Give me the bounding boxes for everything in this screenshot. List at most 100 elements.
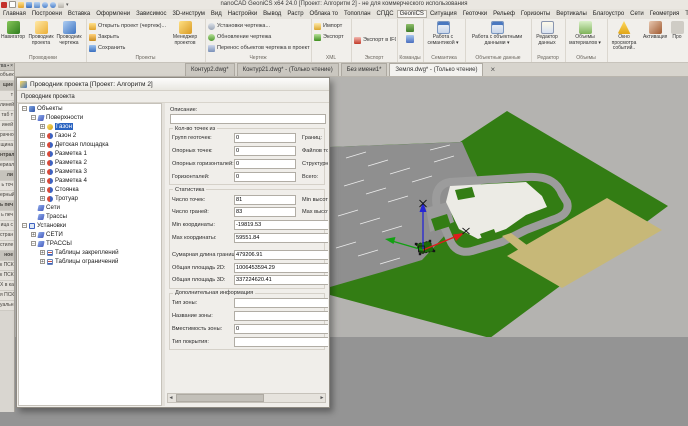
drawing-tab[interactable]: Контур2.dwg* [185,63,235,76]
drawing-tab[interactable]: Земля.dwg* - (Только чтение) [389,63,483,76]
property-row[interactable]: щина [0,141,14,151]
ribbon-bigbutton[interactable]: Работа с объектными данными ▾ [465,20,529,54]
property-row[interactable]: таб т [0,111,14,121]
scroll-right-arrow[interactable]: ► [319,394,325,402]
description-input[interactable] [170,114,326,124]
scrollbar-thumb[interactable] [176,394,264,402]
field-input[interactable] [234,172,296,182]
menu-item[interactable]: Геоточки [460,10,490,18]
tree-item[interactable]: +Разметка 4 [19,176,161,185]
property-row[interactable]: ь точ [0,181,14,191]
tree-item[interactable]: −ТРАССЫ [19,239,161,248]
ribbon-item[interactable]: Обновление чертежа [208,32,310,42]
ribbon-bigbutton[interactable]: Редактор данных [531,20,563,54]
field-input[interactable] [234,275,328,285]
tree-item[interactable]: Трассы [19,212,161,221]
menu-item[interactable]: Ситуация [427,10,460,18]
tree-expander[interactable]: + [40,124,45,129]
field-input[interactable] [234,311,328,321]
tree-item[interactable]: +Таблицы ограничений [19,257,161,266]
drawing-tab[interactable]: Без имени1* [341,63,388,76]
tree-expander[interactable]: + [40,169,45,174]
property-row[interactable]: объекты [0,71,14,81]
menu-item[interactable]: Рельеф [490,10,518,18]
property-row[interactable]: к ПСК [0,271,14,281]
field-input[interactable] [234,220,328,230]
property-row[interactable]: ли [0,171,14,181]
menu-item[interactable]: Оформлени [93,10,133,18]
property-row[interactable]: стран [0,231,14,241]
menu-item[interactable]: Вставка [65,10,93,18]
property-row[interactable]: к ПСК [0,261,14,271]
tree-item[interactable]: Сети [19,203,161,212]
tree-expander[interactable]: + [40,259,45,264]
property-row[interactable]: уальн [0,301,14,311]
menu-item[interactable]: Главная [0,10,29,18]
menu-item[interactable]: Вывод [260,10,284,18]
ribbon-item[interactable]: Экспорт [314,32,350,42]
tree-item[interactable]: +Разметка 2 [19,158,161,167]
tree-expander[interactable]: + [40,250,45,255]
property-row[interactable]: ь печ [0,211,14,221]
field-input[interactable] [234,263,328,273]
ribbon-bigbutton[interactable]: Объемы материалов ▾ [565,20,605,54]
properties-palette-header[interactable]: йства ▪× [0,62,14,71]
tree-item[interactable]: −Объекты [19,104,161,113]
property-row[interactable]: т [0,91,14,101]
tree-expander[interactable]: + [31,232,36,237]
menu-item[interactable]: GeoniCS [397,10,427,18]
menu-item[interactable]: Облака то [307,10,341,18]
tree-expander[interactable]: − [31,241,36,246]
tab-close-button[interactable]: × [490,64,495,76]
menu-item[interactable]: Вертикалы [553,10,590,18]
drawing-tab[interactable]: Контур21.dwg* - (Только чтение) [237,63,339,76]
field-input[interactable] [234,146,296,156]
field-input[interactable] [234,159,296,169]
menu-item[interactable]: Трассы [682,10,688,18]
property-row[interactable]: щие [0,81,14,91]
tree-expander[interactable]: − [22,223,27,228]
ribbon-bigbutton[interactable]: Окно просмотра событий.. [607,20,641,54]
property-row[interactable]: ерный [0,191,14,201]
tree-item[interactable]: +СЕТИ [19,230,161,239]
property-row[interactable]: ица с [0,221,14,231]
field-input[interactable] [234,324,328,334]
ribbon-bigbutton[interactable]: Про [669,20,685,54]
menu-item[interactable]: Горизонты [518,10,553,18]
menu-item[interactable]: Построени [29,10,65,18]
menu-item[interactable]: Благоустро [590,10,627,18]
tree-item[interactable]: +Разметка 3 [19,167,161,176]
menu-item[interactable]: СПДС [374,10,397,18]
tree-item[interactable]: +Газон [19,122,161,131]
tree-expander[interactable]: + [40,160,45,165]
ribbon-mini-icon[interactable] [406,35,414,43]
ribbon-bigbutton[interactable]: Проводник чертежа [56,20,82,54]
field-input[interactable] [234,233,328,243]
property-row[interactable]: ериал [0,161,14,171]
field-input[interactable] [234,133,296,143]
property-row[interactable]: ь печ [0,201,14,211]
ribbon-item[interactable]: Импорт [314,21,350,31]
property-row[interactable]: я ПСК [0,291,14,301]
menu-item[interactable]: Растр [284,10,306,18]
panel-title-bar[interactable]: Проводник проекта [Проект: Алгоритм 2] [17,78,329,91]
field-input[interactable] [234,207,296,217]
field-input[interactable] [234,250,328,260]
horizontal-scrollbar[interactable]: ◄ ► [167,393,326,403]
tree-expander[interactable]: + [40,196,45,201]
tree-expander[interactable]: + [40,187,45,192]
menu-item[interactable]: Топоплан [341,10,374,18]
palette-control-icon[interactable]: × [10,63,13,69]
property-row[interactable]: ное [0,251,14,261]
tree-item[interactable]: +Таблицы закреплений [19,248,161,257]
menu-item[interactable]: Настройки [225,10,260,18]
tree-expander[interactable]: + [40,178,45,183]
tree-item[interactable]: −Установки [19,221,161,230]
property-row[interactable]: стиле [0,241,14,251]
menu-item[interactable]: Вид [208,10,225,18]
property-row[interactable]: линей [0,101,14,111]
menu-item[interactable]: Зависимос [133,10,169,18]
field-input[interactable] [234,298,328,308]
ribbon-bigbutton[interactable]: Активация [643,20,667,54]
tree-expander[interactable]: − [22,106,27,111]
